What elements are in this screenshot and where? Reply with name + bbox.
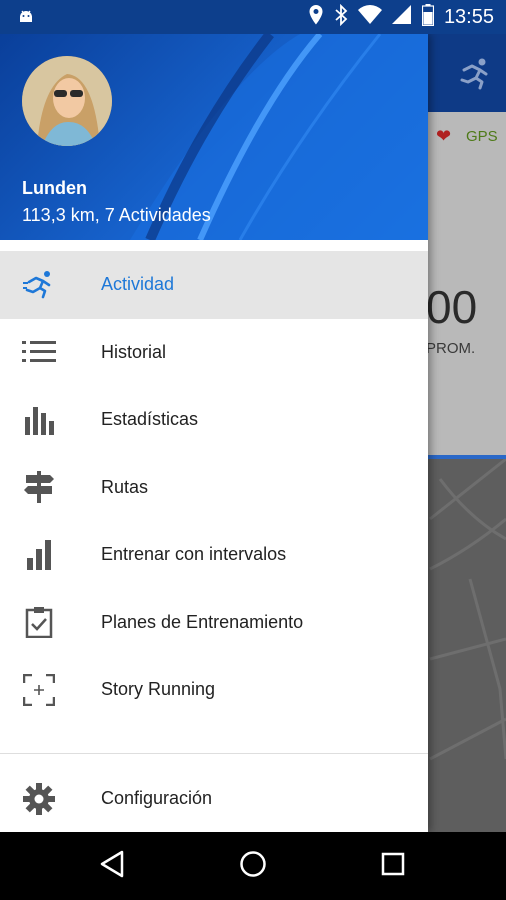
heart-icon: ❤ [436, 126, 452, 146]
intervals-icon [22, 538, 56, 572]
runner-icon [22, 268, 56, 302]
menu-item-intervalos[interactable]: Entrenar con intervalos [0, 521, 428, 589]
runner-icon [456, 56, 492, 92]
user-name: Lunden [22, 178, 87, 198]
gear-icon [22, 782, 56, 816]
system-nav-bar [0, 832, 506, 900]
bluetooth-icon [334, 3, 348, 31]
menu-item-story-running[interactable]: Story Running [0, 656, 428, 724]
menu-item-label: Planes de Entrenamiento [101, 611, 304, 632]
menu-item-label: Entrenar con intervalos [101, 544, 287, 565]
menu-item-label: Historial [101, 341, 167, 362]
home-circle-icon [239, 850, 267, 883]
menu-item-label: Rutas [101, 476, 149, 497]
status-time: 13:55 [443, 5, 494, 28]
menu-item-actividad[interactable]: Actividad [0, 251, 428, 319]
menu-item-rutas[interactable]: Rutas [0, 454, 428, 522]
location-icon [308, 4, 324, 31]
android-icon [16, 7, 36, 27]
bar-stats-icon [22, 403, 56, 437]
back-button[interactable] [92, 846, 132, 886]
menu-item-label: Estadísticas [101, 409, 199, 430]
recents-button[interactable] [373, 846, 413, 886]
menu-item-configuracion[interactable]: Configuración [0, 765, 428, 832]
menu-item-historial[interactable]: Historial [0, 319, 428, 387]
navigation-drawer: Lunden 113,3 km, 7 Actividades Actividad… [0, 34, 428, 832]
drawer-menu: Actividad Historial Estadísticas Rutas E… [0, 251, 428, 724]
signal-icon [391, 4, 412, 30]
wifi-icon [357, 4, 382, 30]
gps-label: GPS [466, 128, 498, 145]
drawer-header: Lunden 113,3 km, 7 Actividades [0, 34, 428, 240]
status-bar: 13:55 [0, 0, 506, 34]
user-stats: 113,3 km, 7 Actividades [22, 205, 211, 225]
menu-item-estadisticas[interactable]: Estadísticas [0, 386, 428, 454]
clipboard-check-icon [22, 605, 56, 639]
stat-caption: PROM. [426, 340, 476, 357]
drawer-divider [0, 753, 428, 754]
list-icon [22, 335, 56, 369]
battery-icon [421, 3, 435, 31]
avatar[interactable] [22, 56, 112, 146]
settings-label: Configuración [101, 788, 213, 808]
menu-item-label: Actividad [101, 274, 175, 295]
stat-value: 00 [426, 281, 478, 333]
story-frame-icon [22, 673, 56, 707]
back-triangle-icon [99, 850, 125, 883]
home-button[interactable] [233, 846, 273, 886]
signpost-icon [22, 470, 56, 504]
recents-square-icon [381, 852, 405, 881]
menu-item-planes[interactable]: Planes de Entrenamiento [0, 589, 428, 657]
menu-item-label: Story Running [101, 679, 216, 700]
